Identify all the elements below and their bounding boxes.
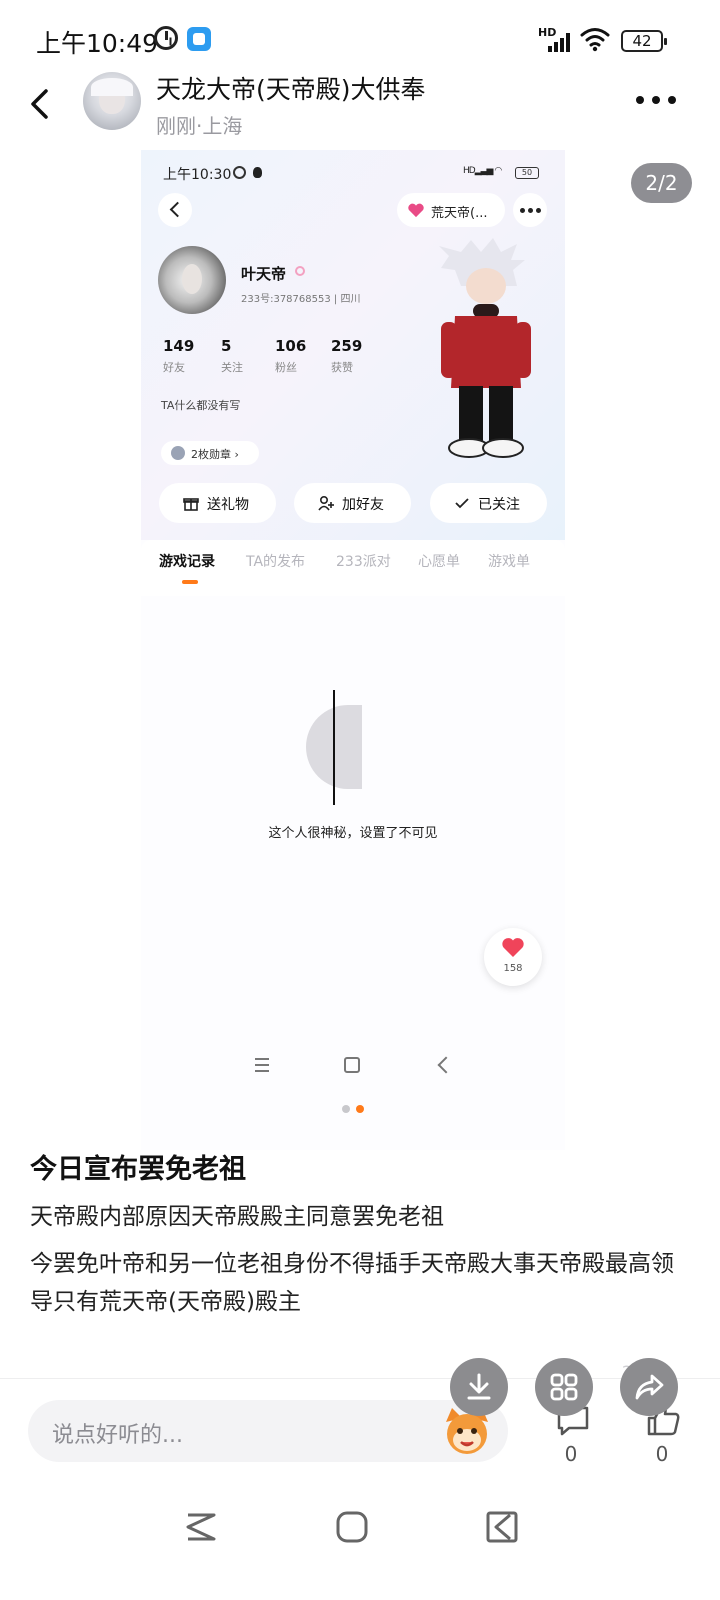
medal-chip: 2枚勋章 › xyxy=(161,441,259,465)
add-friend-label: 加好友 xyxy=(342,497,384,513)
stat-fans: 106 粉丝 xyxy=(275,337,335,375)
stat-number: 149 xyxy=(163,337,195,355)
back-icon[interactable] xyxy=(484,1509,520,1545)
stat-friends: 149 好友 xyxy=(163,337,223,375)
chip-label: 荒天帝(... xyxy=(431,206,488,221)
tab-posts: TA的发布 xyxy=(246,554,306,570)
heart-icon xyxy=(502,938,524,957)
recent-apps-icon[interactable] xyxy=(184,1509,220,1545)
comment-placeholder: 说点好听的... xyxy=(52,1423,183,1448)
gift-icon xyxy=(183,498,199,511)
back-icon[interactable] xyxy=(26,86,56,122)
signal-icon: HD▂▃▅ ◠ xyxy=(463,166,502,176)
profile-header: 上午10:30 HD▂▃▅ ◠ 50 荒天帝(... 叶天帝 233号:3787… xyxy=(141,150,565,540)
post-paragraph: 今罢免叶帝和另一位老祖身份不得插手天帝殿大事天帝殿最高领导只有荒天帝(天帝殿)殿… xyxy=(30,1251,674,1315)
pager-dot-2[interactable] xyxy=(356,1105,364,1113)
stat-number: 106 xyxy=(275,337,307,355)
medal-icon xyxy=(171,446,185,460)
grid-button[interactable] xyxy=(535,1358,593,1416)
status-time: 上午10:49 xyxy=(36,29,159,58)
profile-bio: TA什么都没有写 xyxy=(161,399,241,412)
alarm-icon xyxy=(154,26,178,50)
pager-dot-1[interactable] xyxy=(342,1105,350,1113)
tab-party: 233派对 xyxy=(336,554,391,570)
battery-icon: 50 xyxy=(515,167,539,179)
stat-number: 259 xyxy=(331,337,363,355)
heart-icon xyxy=(408,203,424,218)
gift-button: 送礼物 xyxy=(159,483,276,523)
share-icon xyxy=(635,1374,664,1400)
download-button[interactable] xyxy=(450,1358,508,1416)
signal-icon xyxy=(548,32,574,52)
post-title: 今日宣布罢免老祖 xyxy=(30,1154,246,1185)
tab-game-records: 游戏记录 xyxy=(159,554,215,570)
post-meta: 刚刚·上海 xyxy=(156,114,243,138)
author-name[interactable]: 天龙大帝(天帝殿)大供奉 xyxy=(156,70,426,106)
stat-label: 获赞 xyxy=(331,361,353,374)
embedded-like-count: 158 xyxy=(503,963,523,974)
grid-icon xyxy=(550,1373,578,1401)
comment-input[interactable]: 说点好听的... xyxy=(28,1400,508,1462)
embedded-back-icon xyxy=(435,1055,455,1075)
avatar-character xyxy=(439,238,531,458)
qq-icon xyxy=(253,167,262,178)
embedded-back-button xyxy=(158,193,192,227)
comment-count: 0 xyxy=(564,1442,578,1466)
alarm-icon xyxy=(233,166,246,179)
tab-game-list: 游戏单 xyxy=(488,554,530,570)
share-button[interactable] xyxy=(620,1358,678,1416)
add-friend-button: 加好友 xyxy=(294,483,411,523)
more-icon[interactable] xyxy=(636,96,676,106)
download-icon xyxy=(467,1373,491,1400)
profile-avatar xyxy=(158,246,226,314)
active-tab-indicator xyxy=(182,580,198,584)
gift-label: 送礼物 xyxy=(207,497,249,513)
more-icon xyxy=(513,193,547,227)
stat-number: 5 xyxy=(221,337,232,355)
stat-label: 粉丝 xyxy=(275,361,297,374)
app-notification-icon xyxy=(187,27,211,51)
medal-label: 2枚勋章 › xyxy=(191,448,239,461)
post-paragraph: 天帝殿内部原因天帝殿殿主同意罢免老祖 xyxy=(30,1204,444,1230)
stat-label: 好友 xyxy=(163,361,185,374)
embedded-like-button: 158 xyxy=(484,928,542,986)
embedded-home-icon xyxy=(344,1057,360,1073)
profile-tabs: 游戏记录 TA的发布 233派对 心愿单 游戏单 xyxy=(141,540,565,596)
stat-likes: 259 获赞 xyxy=(331,337,391,375)
followed-label: 已关注 xyxy=(478,497,520,513)
add-user-icon xyxy=(318,495,334,511)
author-avatar[interactable] xyxy=(83,72,141,130)
embedded-menu-icon xyxy=(253,1055,273,1075)
post-header: 天龙大帝(天帝殿)大供奉 刚刚·上海 xyxy=(0,62,720,144)
embedded-status-time: 上午10:30 xyxy=(163,167,232,183)
image-pager-badge: 2/2 xyxy=(631,163,692,203)
empty-state-text: 这个人很神秘，设置了不可见 xyxy=(268,826,438,841)
like-count: 0 xyxy=(655,1442,669,1466)
empty-state-line xyxy=(333,690,335,805)
post-image[interactable]: 上午10:30 HD▂▃▅ ◠ 50 荒天帝(... 叶天帝 233号:3787… xyxy=(141,150,565,1150)
gender-icon xyxy=(295,266,305,276)
tab-wishlist: 心愿单 xyxy=(418,554,460,570)
embedded-heart-chip: 荒天帝(... xyxy=(397,193,505,227)
check-icon xyxy=(455,498,469,509)
stat-following: 5 关注 xyxy=(221,337,281,375)
profile-name: 叶天帝 xyxy=(241,265,287,283)
profile-id: 233号:378768553 | 四川 xyxy=(241,294,361,305)
divider xyxy=(0,1378,720,1379)
home-icon[interactable] xyxy=(334,1509,370,1545)
wifi-icon xyxy=(580,28,610,52)
followed-button: 已关注 xyxy=(430,483,547,523)
battery-icon: 42 xyxy=(621,30,667,52)
stat-label: 关注 xyxy=(221,361,243,374)
